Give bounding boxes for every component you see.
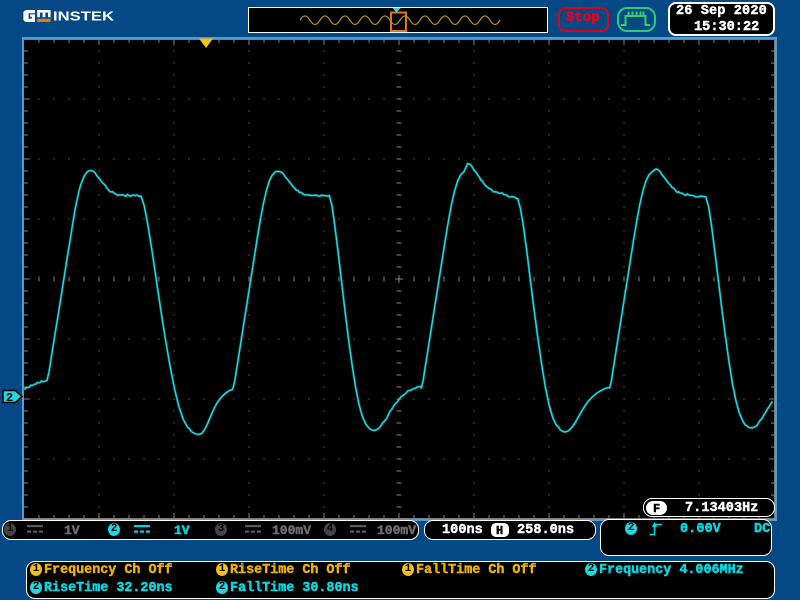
svg-text:INSTEK: INSTEK (53, 9, 115, 24)
svg-text:2: 2 (6, 391, 13, 405)
